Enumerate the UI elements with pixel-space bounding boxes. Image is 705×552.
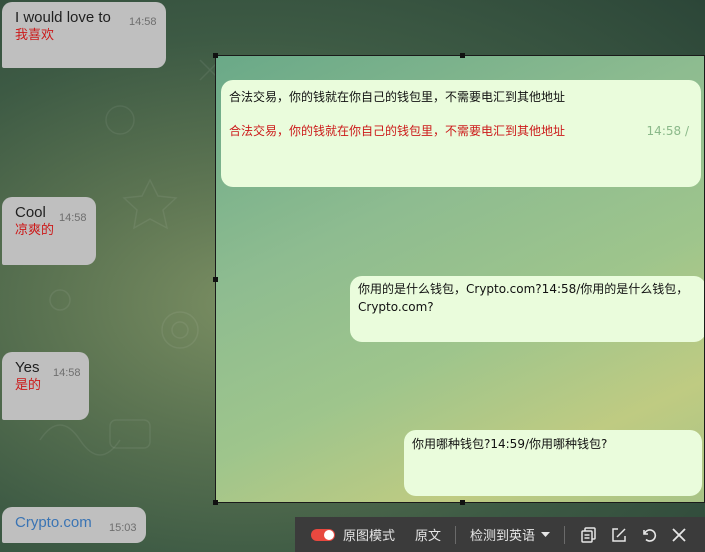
chat-message[interactable]: Crypto.com 15:03 [2,507,146,543]
original-text-button[interactable]: 原文 [415,525,441,544]
bubble-translated-text: 你用的是什么钱包，Crypto.com?14:58/你用的是什么钱包，Crypt… [358,282,689,314]
translation-overlay[interactable]: 合法交易，你的钱就在你自己的钱包里，不需要电汇到其他地址 14:58 / 合法交… [215,55,705,503]
bubble-translated-text: 你用哪种钱包?14:59/你用哪种钱包? [412,437,608,451]
message-translation: 凉爽的 [15,223,55,238]
toolbar-divider [455,525,457,544]
selection-handle[interactable] [213,500,218,505]
bubble-translated-text: 合法交易，你的钱就在你自己的钱包里，不需要电汇到其他地址 [229,124,566,138]
translated-bubble[interactable]: 你用哪种钱包?14:59/你用哪种钱包? [404,430,702,496]
selection-handle[interactable] [213,277,218,282]
message-time: 14:58 [129,16,157,28]
message-time: 14:58 [59,212,87,224]
close-icon[interactable] [669,525,689,545]
chat-message[interactable]: Cool 凉爽的 14:58 [2,197,96,265]
toolbar-divider [564,525,566,544]
translated-bubble[interactable]: 你用的是什么钱包，Crypto.com?14:58/你用的是什么钱包，Crypt… [350,276,704,342]
chevron-down-icon[interactable] [541,527,551,542]
translated-bubble[interactable]: 合法交易，你的钱就在你自己的钱包里，不需要电汇到其他地址 14:58 / 合法交… [221,80,701,187]
bubble-time-fragment: 14:58 / [646,124,689,138]
message-time: 14:58 [53,367,81,379]
translation-toolbar: 原图模式 原文 检测到英语 [295,517,705,552]
undo-icon[interactable] [639,525,659,545]
selection-handle[interactable] [460,500,465,505]
bubble-original-text: 合法交易，你的钱就在你自己的钱包里，不需要电汇到其他地址 [229,90,566,104]
original-mode-label[interactable]: 原图模式 [343,525,395,544]
edit-icon[interactable] [609,525,629,545]
message-time: 15:03 [109,522,137,534]
original-mode-toggle[interactable] [311,528,335,541]
chat-message[interactable]: I would love to 我喜欢 14:58 [2,2,166,68]
selection-handle[interactable] [460,53,465,58]
selection-handle[interactable] [213,53,218,58]
message-translation: 我喜欢 [15,28,55,43]
copy-icon[interactable] [579,525,599,545]
chat-message[interactable]: Yes 是的 14:58 [2,352,89,420]
message-translation: 是的 [15,378,42,393]
detected-language-dropdown[interactable]: 检测到英语 [470,525,535,544]
